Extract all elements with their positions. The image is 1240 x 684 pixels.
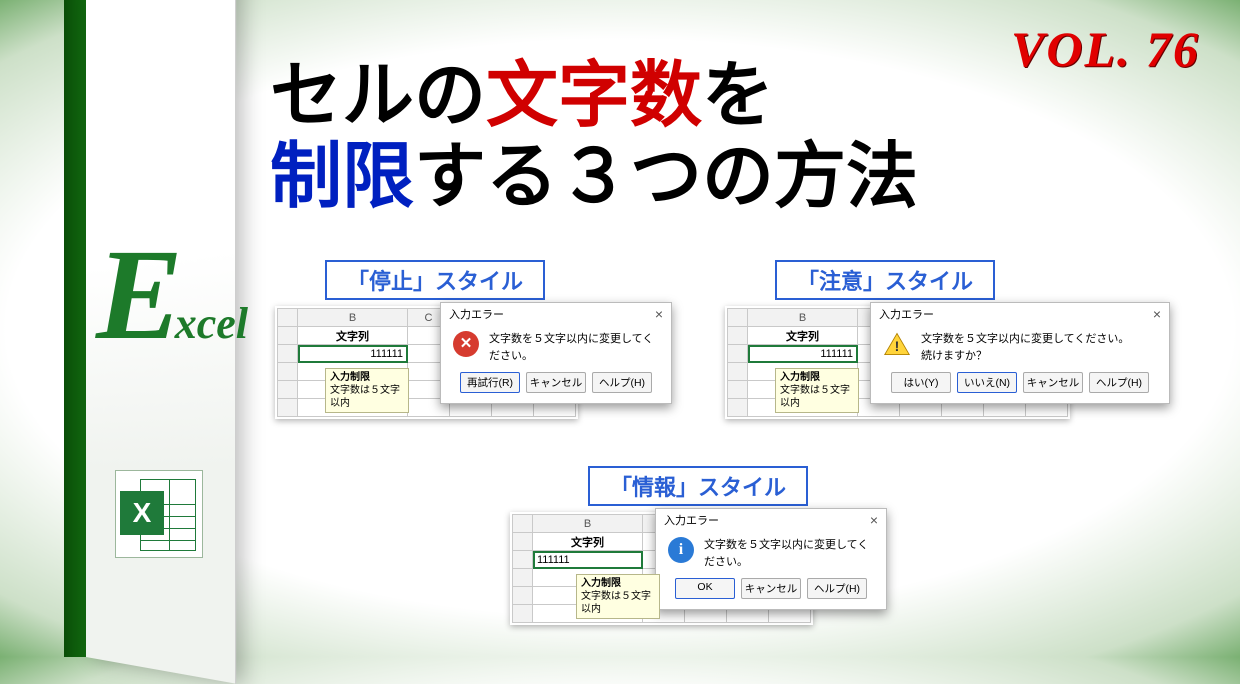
close-icon[interactable]: × bbox=[870, 512, 878, 528]
sheet-header: 文字列 bbox=[298, 327, 408, 345]
warning-dialog: 入力エラー × ! 文字数を５文字以内に変更してください。 続けますか？ はい(… bbox=[870, 302, 1170, 404]
excel-E: E bbox=[96, 223, 183, 367]
input-tooltip: 入力制限 文字数は５文字以内 bbox=[775, 368, 859, 413]
headline-blue: 制限 bbox=[270, 137, 414, 217]
headline-part1: セルの bbox=[270, 56, 486, 136]
cancel-button[interactable]: キャンセル bbox=[741, 578, 801, 599]
headline-part3: を bbox=[702, 56, 774, 136]
help-button[interactable]: ヘルプ(H) bbox=[592, 372, 652, 393]
yes-button[interactable]: はい(Y) bbox=[891, 372, 951, 393]
help-button[interactable]: ヘルプ(H) bbox=[807, 578, 867, 599]
info-icon bbox=[668, 537, 694, 563]
excel-xcel: xcel bbox=[175, 299, 248, 348]
cancel-button[interactable]: キャンセル bbox=[1023, 372, 1083, 393]
stop-icon bbox=[453, 331, 479, 357]
warning-style-label: 「注意」スタイル bbox=[775, 260, 995, 300]
warning-style-block: 「注意」スタイル BCDEFG 文字列 111111 入力制限 文字数は５文字以… bbox=[725, 260, 1070, 419]
headline-red: 文字数 bbox=[486, 56, 702, 136]
info-style-block: 「情報」スタイル BCDEF 文字列 111111 入力制限 文字数は５文字以内… bbox=[510, 466, 813, 625]
no-button[interactable]: いいえ(N) bbox=[957, 372, 1017, 393]
dialog-message: 文字数を５文字以内に変更してください。 bbox=[704, 537, 874, 570]
headline: セルの文字数を 制限する３つの方法 bbox=[270, 56, 918, 217]
sheet-value-cell[interactable]: 111111 bbox=[298, 345, 408, 363]
help-button[interactable]: ヘルプ(H) bbox=[1089, 372, 1149, 393]
dialog-title: 入力エラー bbox=[449, 306, 504, 322]
stop-style-label: 「停止」スタイル bbox=[325, 260, 545, 300]
volume-number: VOL. 76 bbox=[1011, 20, 1200, 78]
stop-style-block: 「停止」スタイル BCDEF 文字列 111111 入力制限 文字数は５文字以内… bbox=[275, 260, 578, 419]
headline-part5: する３つの方法 bbox=[414, 137, 918, 217]
dialog-message: 文字数を５文字以内に変更してください。 bbox=[489, 331, 659, 364]
dialog-message: 文字数を５文字以内に変更してください。 bbox=[921, 331, 1129, 348]
close-icon[interactable]: × bbox=[1153, 306, 1161, 322]
input-tooltip: 入力制限 文字数は５文字以内 bbox=[325, 368, 409, 413]
excel-wordmark: Excel bbox=[96, 230, 248, 360]
close-icon[interactable]: × bbox=[655, 306, 663, 322]
svg-text:!: ! bbox=[895, 338, 900, 354]
warning-icon: ! bbox=[883, 331, 911, 357]
stop-dialog: 入力エラー × 文字数を５文字以内に変更してください。 再試行(R) キャンセル… bbox=[440, 302, 672, 404]
frame-edge bbox=[64, 0, 86, 657]
retry-button[interactable]: 再試行(R) bbox=[460, 372, 520, 393]
info-dialog: 入力エラー × 文字数を５文字以内に変更してください。 OK キャンセル ヘルプ… bbox=[655, 508, 887, 610]
dialog-continue: 続けますか？ bbox=[921, 348, 1129, 365]
excel-x-badge: X bbox=[120, 491, 164, 535]
info-style-label: 「情報」スタイル bbox=[588, 466, 808, 506]
ok-button[interactable]: OK bbox=[675, 578, 735, 599]
input-tooltip: 入力制限 文字数は５文字以内 bbox=[576, 574, 660, 619]
excel-app-icon: X bbox=[115, 470, 203, 558]
cancel-button[interactable]: キャンセル bbox=[526, 372, 586, 393]
